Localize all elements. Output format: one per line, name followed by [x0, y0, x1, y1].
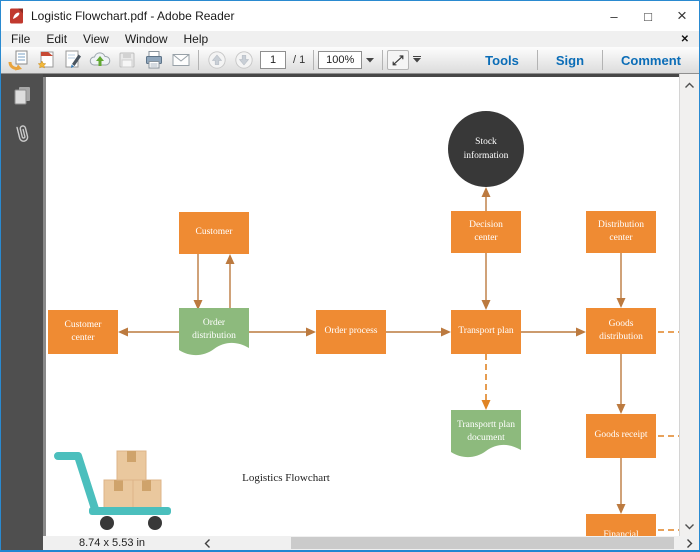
node-label: Customer [196, 226, 233, 239]
email-button[interactable] [167, 48, 194, 72]
sign-document-icon [62, 49, 84, 71]
flowchart-node-order-process: Order process [316, 310, 386, 354]
horizontal-scrollbar[interactable] [217, 536, 679, 550]
node-label: Distribution center [593, 219, 649, 246]
toolbar-shadow [43, 74, 699, 77]
page-dimensions-label: 8.74 x 5.53 in [79, 536, 145, 550]
minimize-button[interactable]: – [597, 1, 631, 31]
node-label: Stock information [457, 135, 515, 164]
next-page-icon [234, 50, 254, 70]
chevron-up-icon [684, 82, 695, 89]
zoom-level-input[interactable] [318, 51, 362, 69]
flowchart-node-distribution-center: Distribution center [586, 211, 656, 253]
maximize-button[interactable]: □ [631, 1, 665, 31]
node-label: Order process [324, 325, 377, 338]
node-label: Goods receipt [594, 429, 647, 442]
tools-button[interactable]: Tools [471, 53, 533, 68]
node-label: Goods distribution [592, 318, 650, 345]
flowchart-node-decision-center: Decision center [451, 211, 521, 253]
chevron-down-icon [684, 523, 695, 530]
toolbar-separator [313, 50, 314, 70]
vertical-scrollbar[interactable] [679, 74, 699, 536]
open-file-icon [8, 49, 30, 71]
page-thumbnails-button[interactable] [8, 83, 36, 109]
adobe-reader-window: Logistic Flowchart.pdf - Adobe Reader – … [0, 0, 700, 552]
comment-button[interactable]: Comment [607, 53, 695, 68]
print-icon [143, 49, 165, 71]
attachments-button[interactable] [8, 122, 36, 148]
node-label: Financial [603, 529, 638, 536]
horizontal-scrollbar-thumb[interactable] [291, 537, 674, 549]
content-area: Stock information Customer Decision cent… [1, 74, 699, 536]
node-label: Order distribution [179, 312, 249, 348]
paperclip-icon [8, 120, 36, 151]
create-pdf-button[interactable] [32, 48, 59, 72]
sign-button[interactable]: Sign [542, 53, 598, 68]
open-file-button[interactable] [5, 48, 32, 72]
previous-page-icon [207, 50, 227, 70]
pdf-page: Stock information Customer Decision cent… [46, 74, 679, 536]
chevron-left-icon [204, 538, 211, 549]
flowchart-node-stock-information: Stock information [448, 111, 524, 187]
sidebar-corner [1, 536, 43, 550]
menu-view[interactable]: View [75, 31, 117, 47]
page-number-input[interactable] [260, 51, 286, 69]
save-button[interactable] [113, 48, 140, 72]
close-document-icon[interactable]: ✕ [681, 34, 689, 45]
scroll-left-button[interactable] [197, 536, 217, 550]
menu-window[interactable]: Window [117, 31, 176, 47]
title-bar: Logistic Flowchart.pdf - Adobe Reader – … [1, 1, 699, 31]
page-thumbnails-icon [10, 84, 34, 108]
toolbar-separator [198, 50, 199, 70]
close-button[interactable]: × [665, 1, 699, 31]
flowchart-node-goods-receipt: Goods receipt [586, 414, 656, 458]
email-icon [170, 49, 192, 71]
zoom-dropdown-button[interactable] [362, 50, 378, 70]
flowchart-node-transport-plan-document: Transportt plan document [451, 410, 521, 462]
save-icon [116, 49, 138, 71]
chevron-down-icon [365, 56, 375, 64]
toolbar-separator [602, 50, 603, 70]
menu-help[interactable]: Help [176, 31, 217, 47]
node-label: Transportt plan document [451, 414, 521, 450]
flowchart-node-transport-plan: Transport plan [451, 310, 521, 354]
flowchart-node-goods-distribution: Goods distribution [586, 308, 656, 354]
pdf-file-icon [9, 8, 25, 24]
fit-window-button[interactable] [387, 50, 409, 70]
page-total-label: / 1 [293, 54, 305, 66]
chevron-right-icon [686, 538, 693, 549]
menu-file[interactable]: File [3, 31, 38, 47]
toolbar-separator [382, 50, 383, 70]
flowchart-node-financial: Financial [586, 514, 656, 536]
window-title: Logistic Flowchart.pdf - Adobe Reader [31, 9, 597, 23]
previous-page-button[interactable] [203, 48, 230, 72]
toolbar-separator [537, 50, 538, 70]
flowchart-caption: Logistics Flowchart [224, 472, 348, 484]
create-pdf-icon [35, 49, 57, 71]
logistics-cart-illustration [51, 446, 181, 536]
node-label: Customer center [57, 319, 109, 346]
flowchart-node-customer-center: Customer center [48, 310, 118, 354]
print-button[interactable] [140, 48, 167, 72]
navigation-pane [1, 74, 43, 536]
menu-bar: File Edit View Window Help ✕ [1, 31, 699, 47]
document-pane: Stock information Customer Decision cent… [43, 74, 699, 536]
node-label: Transport plan [458, 325, 513, 338]
sign-document-button[interactable] [59, 48, 86, 72]
node-label: Decision center [460, 219, 512, 246]
toolbar: / 1 Tools Sign Comment [1, 47, 699, 74]
scroll-right-button[interactable] [679, 536, 699, 550]
fit-window-icon [390, 52, 406, 68]
next-page-button[interactable] [230, 48, 257, 72]
scroll-up-button[interactable] [680, 77, 699, 93]
flowchart-node-order-distribution: Order distribution [179, 308, 249, 360]
chevron-down-icon [412, 56, 422, 64]
menu-edit[interactable]: Edit [38, 31, 75, 47]
cloud-upload-button[interactable] [86, 48, 113, 72]
view-options-button[interactable] [409, 50, 425, 70]
cloud-upload-icon [89, 49, 111, 71]
scroll-down-button[interactable] [680, 518, 699, 534]
flowchart-node-customer: Customer [179, 212, 249, 254]
status-bar: 8.74 x 5.53 in [1, 536, 699, 550]
